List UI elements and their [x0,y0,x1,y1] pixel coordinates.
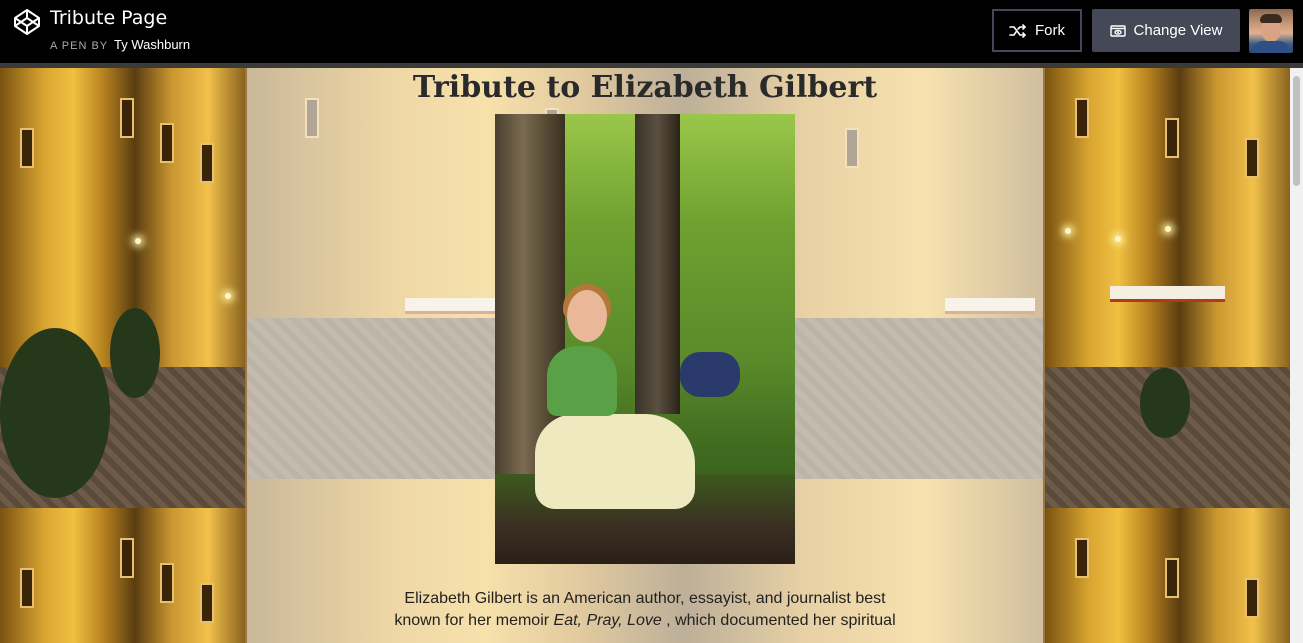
tribute-page-preview: Tribute to Elizabeth Gilbert Elizabeth G… [0,68,1290,643]
fork-icon [1009,23,1027,38]
author-link[interactable]: Ty Washburn [114,37,190,52]
background-street-image [1045,68,1290,508]
elizabeth-gilbert-photo [495,114,795,564]
pen-title: Tribute Page [50,7,168,29]
background-street-image [0,68,245,508]
scrollbar-thumb[interactable] [1293,76,1300,186]
bio-text-end: , which documented her spiritual [661,612,896,629]
user-avatar[interactable] [1249,9,1293,53]
book-title: Eat, Pray, Love [553,612,662,629]
change-view-button[interactable]: Change View [1092,9,1240,52]
view-icon [1109,24,1126,37]
vertical-scrollbar[interactable] [1290,68,1303,643]
background-street-image [1045,508,1290,643]
fork-label: Fork [1035,22,1065,39]
background-street-image [0,508,245,643]
pen-byline: A PEN BY Ty Washburn [50,37,190,52]
byline-prefix: A PEN BY [50,40,108,52]
change-view-label: Change View [1133,22,1223,39]
fork-button[interactable]: Fork [992,9,1082,52]
codepen-logo-icon[interactable] [13,8,41,36]
page-title: Tribute to Elizabeth Gilbert [412,70,878,105]
bio-paragraph: Elizabeth Gilbert is an American author,… [390,588,900,632]
codepen-header: Tribute Page A PEN BY Ty Washburn Fork C [0,0,1303,63]
